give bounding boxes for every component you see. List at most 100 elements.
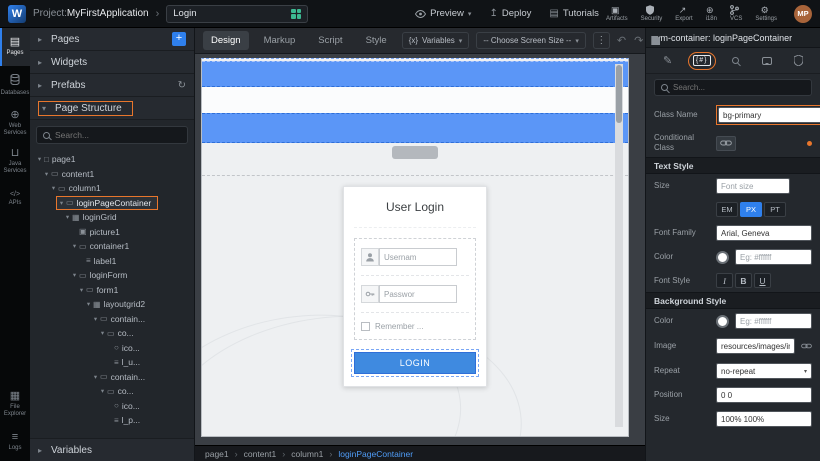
section-variables[interactable]: ▸ Variables (30, 438, 194, 461)
section-prefabs[interactable]: ▸ Prefabs ↻ (30, 74, 194, 97)
preview-button[interactable]: Preview ▾ (415, 8, 471, 19)
tree-node-label-username[interactable]: ≡l_u... (30, 355, 194, 370)
caret-down-icon[interactable]: ▾ (77, 286, 86, 294)
tab-security[interactable] (787, 52, 809, 70)
section-widgets[interactable]: ▸ Widgets (30, 51, 194, 74)
caret-down-icon[interactable]: ▾ (91, 373, 100, 381)
bind-conditional-class-button[interactable] (716, 136, 736, 151)
settings-button[interactable]: ⚙ Settings (755, 5, 777, 22)
user-avatar[interactable]: MP (794, 5, 812, 23)
tab-script[interactable]: Script (310, 31, 350, 50)
tree-node-layoutgrid2[interactable]: ▾▦layoutgrid2 (30, 297, 194, 312)
caret-down-icon[interactable]: ▾ (98, 329, 107, 337)
rail-item-web-services[interactable]: ⊕ Web Services (0, 104, 30, 142)
redo-icon[interactable]: ↷ (634, 34, 643, 47)
i18n-button[interactable]: ⊕ i18n (706, 5, 717, 22)
structure-search-input[interactable] (55, 130, 181, 140)
deploy-button[interactable]: ↥ Deploy (489, 8, 531, 19)
tree-node-loginform[interactable]: ▾▭loginForm (30, 268, 194, 283)
tree-node-loginpagecontainer[interactable]: ▾▭loginPageContainer (30, 196, 194, 211)
variables-dropdown[interactable]: {x} Variables ▾ (402, 32, 470, 49)
color-swatch[interactable] (716, 315, 729, 328)
breadcrumb-item-current[interactable]: loginPageContainer (338, 449, 413, 459)
tree-node-container[interactable]: ▾▭contain... (30, 312, 194, 327)
refresh-icon[interactable]: ↻ (178, 80, 186, 91)
tree-node-page1[interactable]: ▾□page1 (30, 152, 194, 167)
export-button[interactable]: ↗ Export (675, 5, 692, 22)
tree-node-logingrid[interactable]: ▾▦loginGrid (30, 210, 194, 225)
color-swatch[interactable] (716, 251, 729, 264)
italic-button[interactable]: I (716, 273, 733, 288)
caret-down-icon[interactable]: ▾ (57, 199, 66, 207)
tree-node-container1[interactable]: ▾▭container1 (30, 239, 194, 254)
tree-node-picture1[interactable]: ▣picture1 (30, 225, 194, 240)
password-input[interactable] (379, 285, 457, 303)
class-name-input[interactable] (718, 107, 820, 123)
page-selector[interactable]: Login (166, 5, 308, 23)
unit-px-button[interactable]: PX (740, 202, 762, 217)
login-form[interactable]: Remember ... (354, 238, 476, 340)
background-color-input[interactable] (735, 313, 812, 329)
tree-node-icon[interactable]: ○ico... (30, 341, 194, 356)
rail-item-logs[interactable]: ≡ Logs (0, 423, 30, 461)
caret-down-icon[interactable]: ▾ (91, 315, 100, 323)
add-page-button[interactable]: + (172, 32, 186, 46)
tree-node-column1[interactable]: ▾▭column1 (30, 181, 194, 196)
background-position-input[interactable] (716, 387, 812, 403)
rail-item-java-services[interactable]: ⊔ Java Services (0, 142, 30, 180)
header-bar-1[interactable] (202, 61, 628, 87)
login-button[interactable]: LOGIN (354, 352, 476, 374)
tree-node-form1[interactable]: ▾▭form1 (30, 283, 194, 298)
rail-item-apis[interactable]: </> APIs (0, 180, 30, 218)
remember-checkbox[interactable] (361, 322, 370, 331)
caret-down-icon[interactable]: ▾ (49, 184, 58, 192)
unit-em-button[interactable]: EM (716, 202, 738, 217)
rail-item-file-explorer[interactable]: ▦ File Explorer (0, 385, 30, 423)
navbar-toggle[interactable] (392, 146, 438, 159)
tab-search[interactable] (725, 52, 747, 70)
tutorials-button[interactable]: ▤ Tutorials (549, 8, 599, 19)
tab-styles[interactable]: {#} (688, 52, 716, 70)
rail-item-databases[interactable]: Databases (0, 66, 30, 104)
breadcrumb-item[interactable]: column1 (291, 449, 323, 459)
background-repeat-select[interactable]: no-repeat ▾ (716, 363, 812, 379)
unit-pt-button[interactable]: PT (764, 202, 786, 217)
security-button[interactable]: Security (641, 5, 663, 22)
undo-icon[interactable]: ↶ (617, 34, 626, 47)
tab-properties[interactable]: ✎ (657, 52, 679, 70)
caret-down-icon[interactable]: ▾ (84, 300, 93, 308)
rail-item-pages[interactable]: ▤ Pages (0, 28, 30, 66)
text-color-input[interactable] (735, 249, 812, 265)
tree-node-icon[interactable]: ○ico... (30, 399, 194, 414)
inspector-search-input[interactable] (673, 83, 805, 92)
bold-button[interactable]: B (735, 273, 752, 288)
canvas-scrollbar[interactable] (615, 64, 623, 427)
tab-events[interactable] (756, 52, 778, 70)
font-size-input[interactable] (716, 178, 790, 194)
tree-node-content1[interactable]: ▾▭content1 (30, 167, 194, 182)
tree-node-label-password[interactable]: ≡l_p... (30, 413, 194, 428)
tab-design[interactable]: Design (203, 31, 249, 50)
login-card[interactable]: User Login (343, 186, 487, 387)
caret-down-icon[interactable]: ▾ (70, 271, 79, 279)
tree-node-column[interactable]: ▾▭co... (30, 326, 194, 341)
breadcrumb-item[interactable]: content1 (244, 449, 277, 459)
header-bar-2[interactable] (202, 113, 628, 143)
vcs-button[interactable]: VCS (730, 5, 742, 22)
more-options-button[interactable]: ⋮ (593, 32, 610, 49)
tree-node-label1[interactable]: ≡label1 (30, 254, 194, 269)
caret-down-icon[interactable]: ▾ (70, 242, 79, 250)
artifacts-button[interactable]: ▣ Artifacts (606, 5, 628, 22)
wavemaker-logo[interactable]: W (8, 5, 26, 23)
underline-button[interactable]: U (754, 273, 771, 288)
bind-image-button[interactable] (801, 337, 812, 355)
username-input[interactable] (379, 248, 457, 266)
section-page-structure[interactable]: ▾ Page Structure (30, 97, 194, 120)
caret-down-icon[interactable]: ▾ (63, 213, 72, 221)
font-family-input[interactable] (716, 225, 812, 241)
tree-node-column[interactable]: ▾▭co... (30, 384, 194, 399)
breadcrumb-item[interactable]: page1 (205, 449, 229, 459)
scrollbar-thumb[interactable] (616, 65, 622, 123)
section-pages[interactable]: ▸ Pages + (30, 28, 194, 51)
background-size-input[interactable] (716, 411, 812, 427)
